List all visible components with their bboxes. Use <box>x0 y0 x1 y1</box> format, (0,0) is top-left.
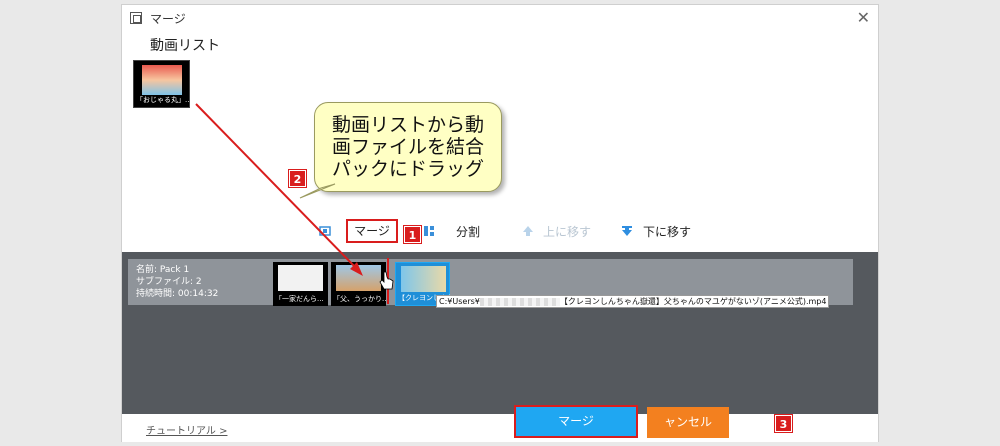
step-badge-2: 2 <box>288 169 307 188</box>
pack-area: 名前: Pack 1 サブファイル: 2 持続時間: 00:14:32 「一家だ… <box>122 252 878 414</box>
instruction-callout: 動画リストから動 画ファイルを結合 パックにドラッグ <box>314 102 502 192</box>
move-down-icon <box>622 226 632 236</box>
app-icon <box>130 12 142 24</box>
pack-subfiles: サブファイル: 2 <box>136 277 202 287</box>
merge-confirm-button[interactable]: マージ <box>514 405 638 438</box>
clip-caption: 「父、うっかり... <box>333 295 389 303</box>
footer: チュートリアル > <box>122 414 878 442</box>
split-button[interactable]: 分割 <box>456 223 480 240</box>
split-icon <box>424 226 434 236</box>
close-icon[interactable]: ✕ <box>857 8 870 27</box>
pack-name: 名前: Pack 1 <box>136 265 190 275</box>
step-badge-3: 3 <box>774 414 793 433</box>
callout-line: 動画リストから動 <box>331 114 484 136</box>
callout-line: パックにドラッグ <box>331 158 484 180</box>
move-down-button[interactable]: 下に移す <box>643 223 691 240</box>
pack-duration: 持続時間: 00:14:32 <box>136 289 219 299</box>
merge-dialog: マージ ✕ 動画リスト 「おじゃる丸」... 動画リストから動 画ファイルを結合… <box>121 4 879 442</box>
title-bar: マージ ✕ <box>122 5 878 31</box>
clip-thumbnail <box>278 265 323 291</box>
tooltip-path-start: C:¥Users¥ <box>439 297 480 306</box>
video-thumbnail <box>142 65 182 95</box>
pack-clip[interactable]: 「一家だんら... <box>273 262 328 306</box>
tutorial-link[interactable]: チュートリアル > <box>146 422 227 437</box>
cancel-button[interactable]: ャンセル <box>647 407 729 438</box>
tooltip-path-end: 【クレヨンしんちゃん嶽還】父ちゃんのマユゲがないゾ(アニメ公式).mp4 <box>559 297 827 306</box>
move-up-button[interactable]: 上に移す <box>543 223 591 240</box>
step-badge-1: 1 <box>403 225 422 244</box>
file-path-tooltip: C:¥Users¥ 【クレヨンしんちゃん嶽還】父ちゃんのマユゲがないゾ(アニメ公式… <box>436 295 830 308</box>
merge-button[interactable]: マージ <box>346 219 398 243</box>
clip-caption: 「一家だんら... <box>275 295 324 303</box>
merge-icon <box>319 226 331 236</box>
callout-line: 画ファイルを結合 <box>331 136 484 158</box>
move-up-icon <box>523 226 533 236</box>
video-list-item[interactable]: 「おじゃる丸」... <box>133 60 192 108</box>
video-caption: 「おじゃる丸」... <box>136 96 192 104</box>
clip-thumbnail <box>401 266 446 292</box>
pack-row[interactable]: 名前: Pack 1 サブファイル: 2 持続時間: 00:14:32 「一家だ… <box>128 259 853 308</box>
pack-info: 名前: Pack 1 サブファイル: 2 持続時間: 00:14:32 <box>136 264 218 300</box>
pack-clip[interactable]: 「父、うっかり... <box>331 262 389 306</box>
video-list-title: 動画リスト <box>150 38 220 54</box>
clip-thumbnail <box>336 265 381 291</box>
redacted-path <box>479 297 560 306</box>
window-title: マージ <box>150 12 186 26</box>
